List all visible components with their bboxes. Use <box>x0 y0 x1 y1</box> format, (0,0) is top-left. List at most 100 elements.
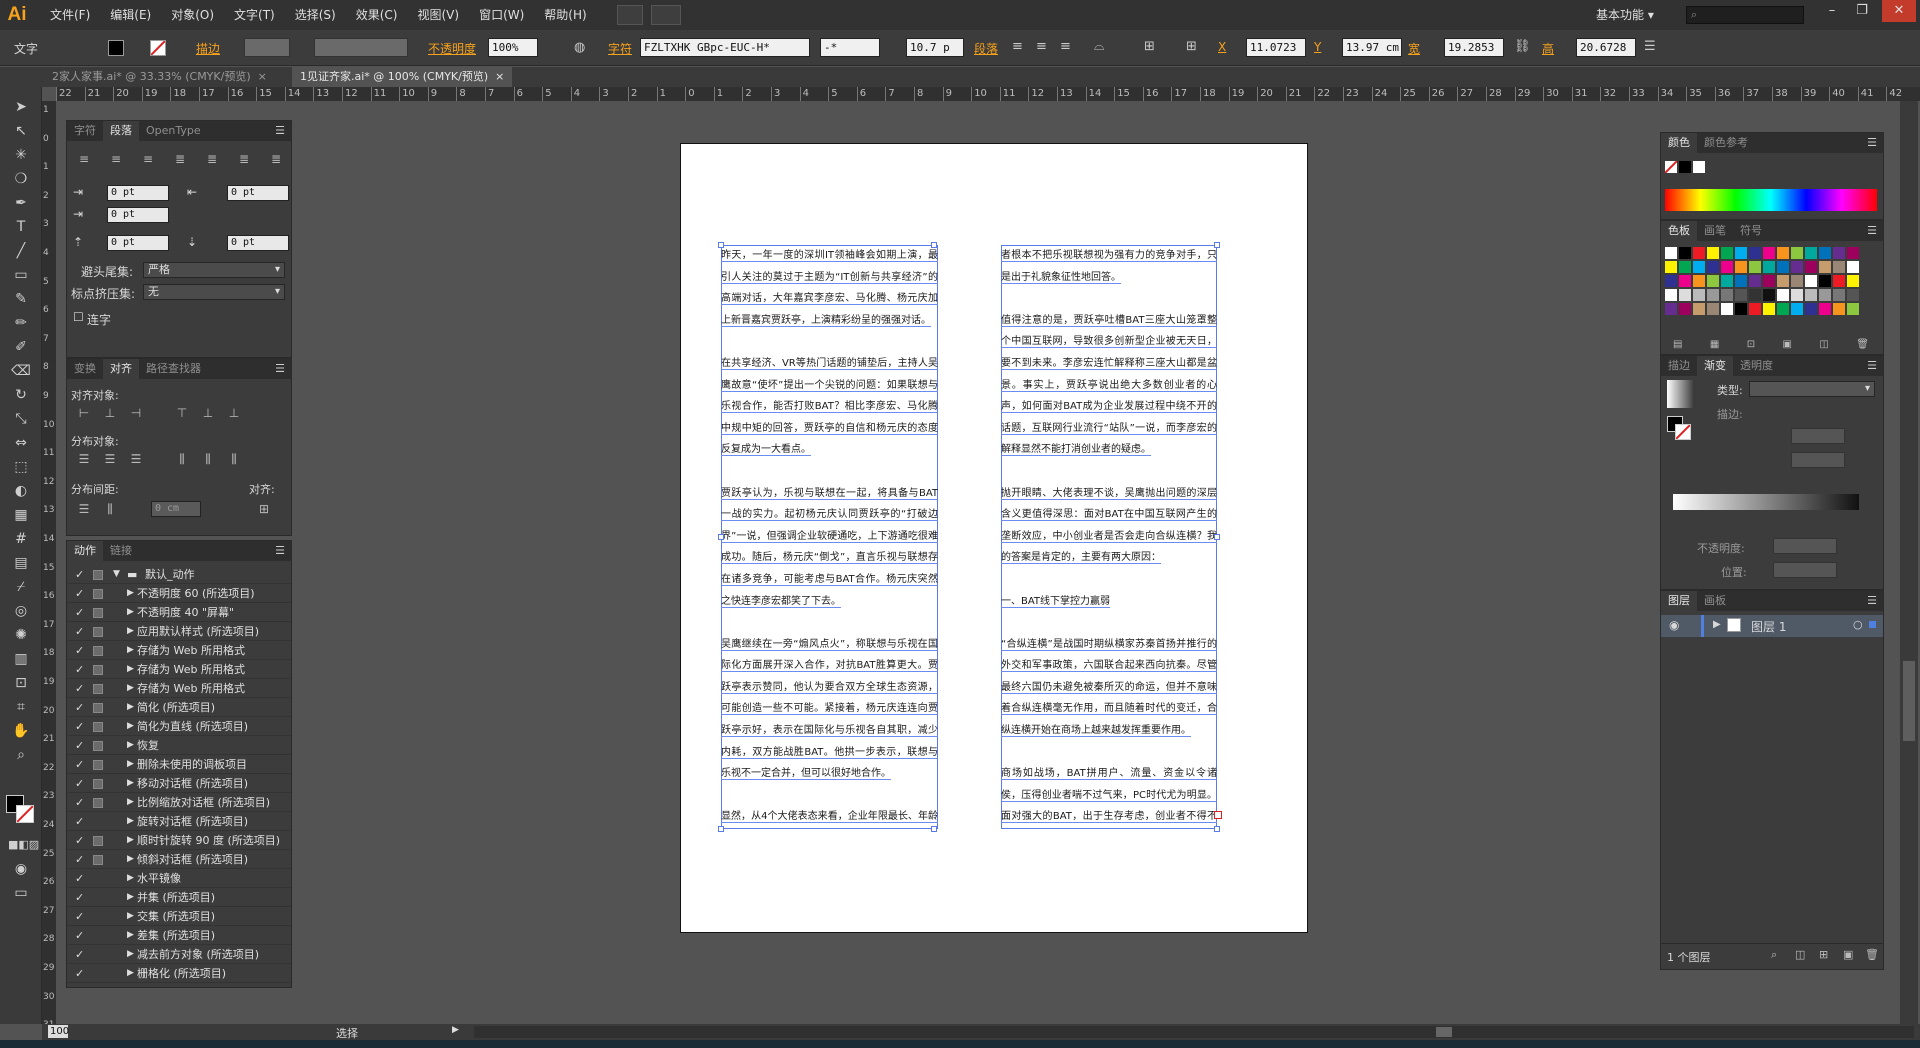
action-row[interactable]: ✓ ▶ 应用默认样式 (所选项目) <box>67 622 291 641</box>
space-before-field[interactable]: 0 pt <box>107 235 169 251</box>
action-row[interactable]: ✓ ▶ 存储为 Web 所用格式 <box>67 679 291 698</box>
align-right-edge-icon[interactable]: ⊣ <box>125 405 147 421</box>
dialog-toggle-icon[interactable] <box>93 779 103 789</box>
width-field[interactable]: 19.2853 <box>1444 38 1504 57</box>
action-row[interactable]: ✓ ▶ 移动对话框 (所选项目) <box>67 774 291 793</box>
bounding-handle[interactable] <box>1214 242 1220 248</box>
swatch-cell[interactable] <box>1735 247 1747 259</box>
action-row[interactable]: ✓ ▶ 比例缩放对话框 (所选项目) <box>67 793 291 812</box>
paragraph[interactable] <box>1001 742 1217 764</box>
chevron-right-icon[interactable]: ▶ <box>127 793 134 811</box>
swatch-cell[interactable] <box>1791 303 1803 315</box>
stop-position-field[interactable] <box>1773 562 1837 578</box>
hyphenate-checkbox[interactable]: ☐ <box>73 310 84 324</box>
menu-item-4[interactable]: 选择(S) <box>285 0 346 30</box>
dialog-toggle-icon[interactable] <box>93 703 103 713</box>
swatch-cell[interactable] <box>1707 261 1719 273</box>
color-spectrum[interactable] <box>1665 189 1877 211</box>
swatch-cell[interactable] <box>1791 289 1803 301</box>
menu-item-0[interactable]: 文件(F) <box>40 0 100 30</box>
align-right-icon[interactable]: ≡ <box>1060 39 1071 54</box>
chevron-right-icon[interactable]: ▶ <box>127 736 134 754</box>
trash-icon[interactable]: 🗑 <box>1856 339 1869 350</box>
shape-builder-tool-icon[interactable]: ◐ <box>8 481 34 501</box>
check-icon[interactable]: ✓ <box>75 888 89 906</box>
distribute-bottom-icon[interactable]: ☰ <box>125 451 147 467</box>
swatch-cell[interactable] <box>1693 261 1705 273</box>
perspective-grid-tool-icon[interactable]: ▦ <box>8 505 34 525</box>
tab-color-guide[interactable]: 颜色参考 <box>1697 133 1755 153</box>
swatch-cell[interactable] <box>1721 289 1733 301</box>
paragraph[interactable] <box>1001 612 1217 634</box>
distribute-h-space-icon[interactable]: ⫼ <box>99 501 121 517</box>
bounding-handle[interactable] <box>718 826 724 832</box>
swatch-cell[interactable] <box>1847 289 1859 301</box>
tab-actions[interactable]: 动作 <box>67 541 103 561</box>
paragraph[interactable] <box>1001 288 1217 310</box>
check-icon[interactable]: ✓ <box>75 869 89 887</box>
eraser-tool-icon[interactable]: ⌫ <box>8 361 34 381</box>
color-mode-icon[interactable]: ■◧▨ <box>8 835 39 855</box>
first-line-indent-field[interactable]: 0 pt <box>107 207 169 223</box>
justify-all-icon[interactable]: ≣ <box>265 151 287 167</box>
check-icon[interactable]: ✓ <box>75 850 89 868</box>
chevron-right-icon[interactable]: ▶ <box>127 660 134 678</box>
action-row[interactable]: ✓ ▶ 存储为 Web 所用格式 <box>67 660 291 679</box>
distribute-v-center-icon[interactable]: ☰ <box>99 451 121 467</box>
swatch-cell[interactable] <box>1749 247 1761 259</box>
distribute-h-center-icon[interactable]: ⫼ <box>197 451 219 467</box>
check-icon[interactable]: ✓ <box>75 755 89 773</box>
check-icon[interactable]: ✓ <box>75 660 89 678</box>
gradient-type-select[interactable] <box>1749 381 1875 397</box>
dialog-toggle-icon[interactable] <box>93 798 103 808</box>
rectangle-tool-icon[interactable]: ▭ <box>8 265 34 285</box>
swatch-cell[interactable] <box>1777 247 1789 259</box>
stop-opacity-field[interactable] <box>1773 538 1837 554</box>
tab-gradient[interactable]: 渐变 <box>1697 356 1733 376</box>
new-sublayer-icon[interactable]: ⊞ <box>1819 948 1828 961</box>
swatch-cell[interactable] <box>1847 261 1859 273</box>
swatch-cell[interactable] <box>1763 289 1775 301</box>
eyedropper-tool-icon[interactable]: ⌿ <box>8 577 34 597</box>
swatch-cell[interactable] <box>1791 275 1803 287</box>
tab-transparency[interactable]: 透明度 <box>1733 356 1780 376</box>
swatch-cell[interactable] <box>1721 303 1733 315</box>
x-field[interactable]: 11.0723 <box>1246 38 1306 57</box>
bridge-button[interactable] <box>616 5 643 25</box>
swatch-cell[interactable] <box>1749 289 1761 301</box>
chevron-down-icon[interactable]: ▼ <box>113 565 120 583</box>
swatch-cell[interactable] <box>1693 247 1705 259</box>
dialog-toggle-icon[interactable] <box>93 760 103 770</box>
blend-tool-icon[interactable]: ◎ <box>8 601 34 621</box>
transform-icon[interactable]: ⊞ <box>1144 39 1155 54</box>
paragraph[interactable]: 在共享经济、VR等热门话题的铺垫后，主持人吴鹰故意“使坏”提出一个尖锐的问题：如… <box>721 353 938 461</box>
tab-stroke[interactable]: 描边 <box>1661 356 1697 376</box>
blob-brush-tool-icon[interactable]: ✐ <box>8 337 34 357</box>
paragraph[interactable]: 吴鹰继续在一旁“煽风点火”，称联想与乐视在国际化方面展开深入合作，对抗BAT胜算… <box>721 634 938 785</box>
check-icon[interactable]: ✓ <box>75 641 89 659</box>
swatch-cell[interactable] <box>1749 261 1761 273</box>
chevron-right-icon[interactable]: ▶ <box>452 1025 459 1035</box>
gradient-thumbnail[interactable] <box>1667 380 1695 408</box>
close-icon[interactable]: × <box>495 70 504 83</box>
check-icon[interactable]: ✓ <box>75 831 89 849</box>
dialog-toggle-icon[interactable] <box>93 627 103 637</box>
stroke-weight-field[interactable] <box>244 38 290 57</box>
chevron-right-icon[interactable]: ▶ <box>127 888 134 906</box>
tab-character[interactable]: 字符 <box>67 121 103 141</box>
swatch-cell[interactable] <box>1777 303 1789 315</box>
chevron-right-icon[interactable]: ▶ <box>127 698 134 716</box>
paragraph[interactable] <box>721 785 938 807</box>
text-column-right[interactable]: 者根本不把乐视联想视为强有力的竞争对手，只是出于礼貌象征性地回答。 值得注意的是，… <box>1001 245 1217 825</box>
align-center-icon[interactable]: ≡ <box>1036 39 1047 54</box>
swatch-cell[interactable] <box>1693 275 1705 287</box>
horizontal-scroll-thumb[interactable] <box>1436 1027 1452 1037</box>
menu-item-2[interactable]: 对象(O) <box>161 0 224 30</box>
line-tool-icon[interactable]: ╱ <box>8 241 34 261</box>
close-button[interactable]: ✕ <box>1882 0 1916 22</box>
paragraph[interactable]: 贾跃亭认为，乐视与联想在一起，将具备与BAT一战的实力。起初杨元庆认同贾跃亭的“… <box>721 483 938 613</box>
justify-center-icon[interactable]: ≣ <box>201 151 223 167</box>
mojikumi-select[interactable]: 无 <box>143 284 285 300</box>
check-icon[interactable]: ✓ <box>75 793 89 811</box>
swatch-cell[interactable] <box>1791 261 1803 273</box>
